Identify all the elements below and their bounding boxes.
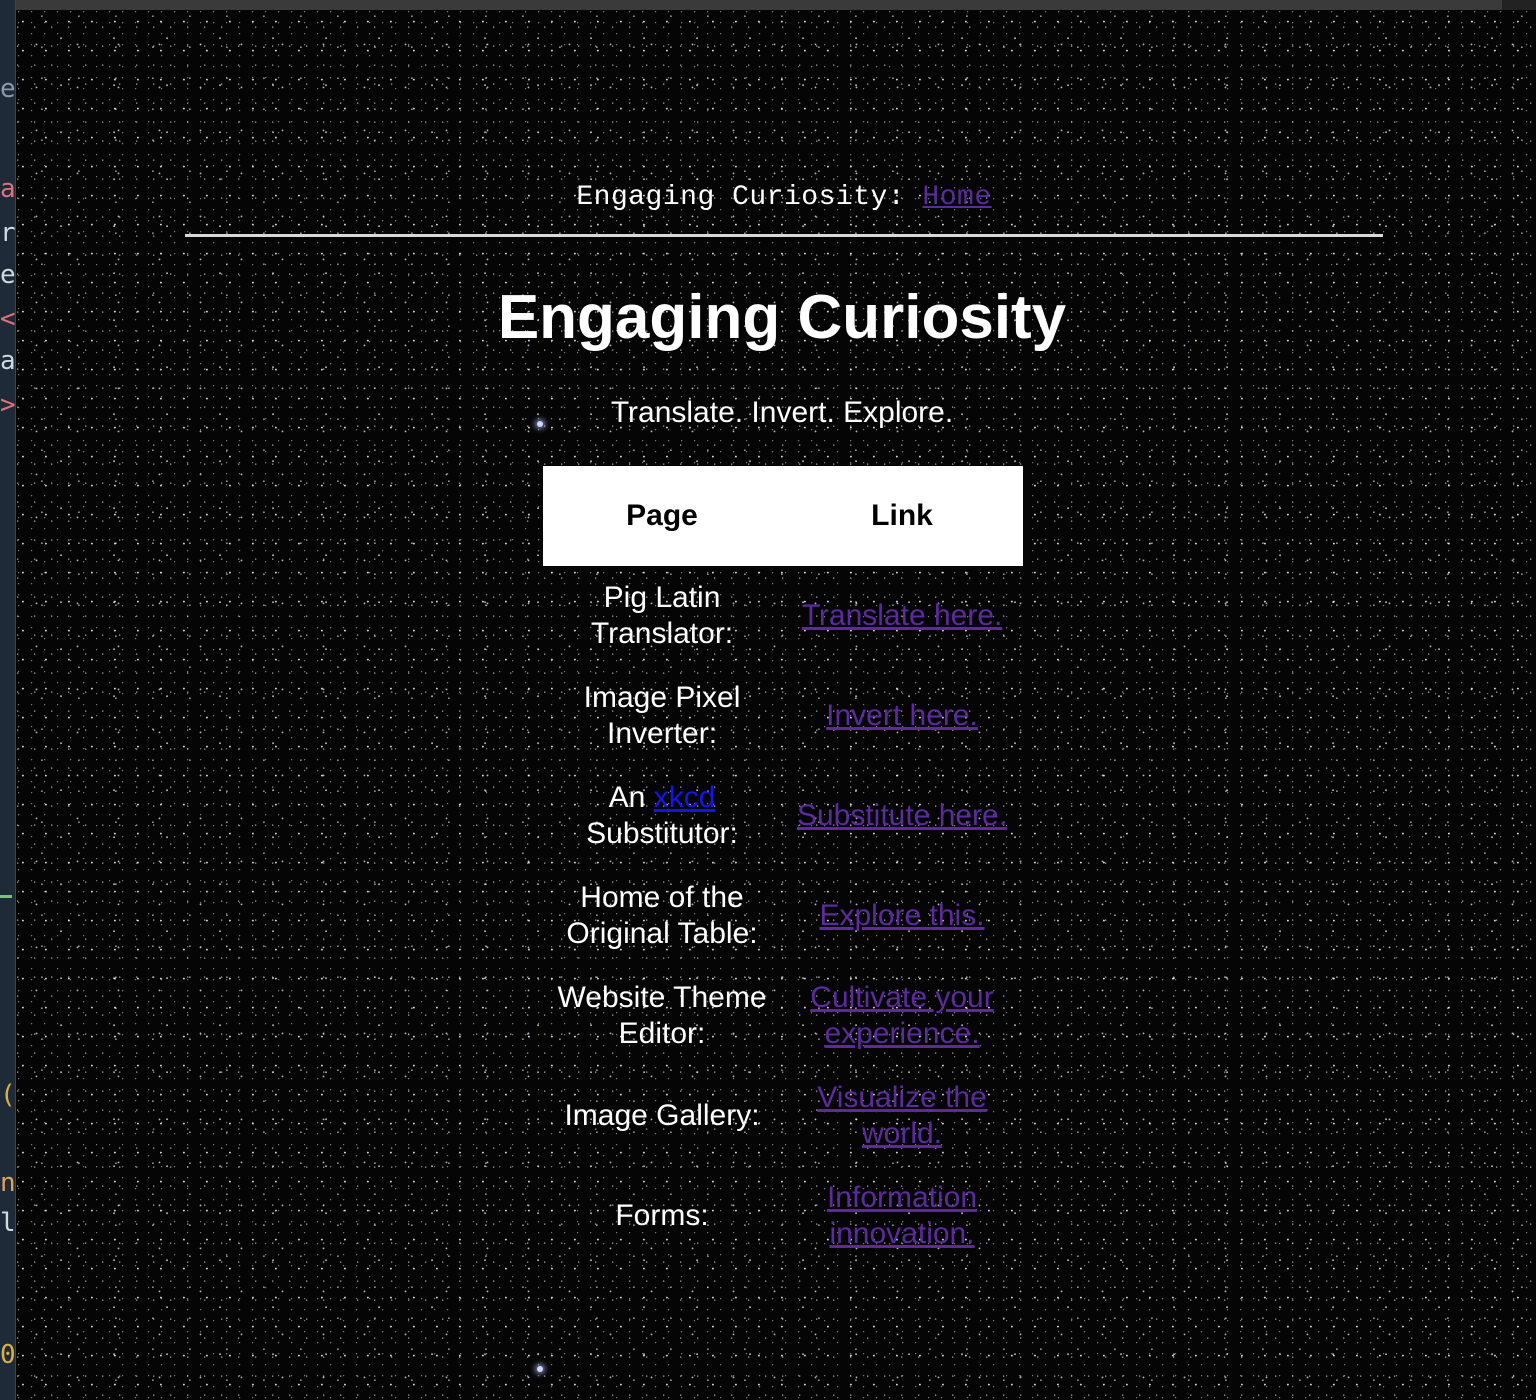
page-name-line: Original Table: xyxy=(566,917,758,950)
link-cell: Translate here. xyxy=(781,566,1023,666)
link-text-line: Visualize the xyxy=(817,1081,987,1114)
link-text-line: Cultivate your xyxy=(810,981,994,1014)
translate-link[interactable]: Translate here. xyxy=(802,599,1003,632)
link-text-line: world. xyxy=(862,1117,943,1150)
theme-editor-link[interactable]: Cultivate your experience. xyxy=(810,981,993,1050)
page-cell: Image Pixel Inverter: xyxy=(543,666,781,766)
link-text-line: experience. xyxy=(824,1017,980,1050)
window-top-bar xyxy=(0,0,1536,10)
editor-glyph: > xyxy=(0,392,15,418)
link-cell: Explore this. xyxy=(781,866,1023,966)
page-viewport: Engaging Curiosity: Home Engaging Curios… xyxy=(16,10,1536,1400)
editor-glyph: e xyxy=(0,76,15,102)
table-row: Image Gallery: Visualize the world. xyxy=(543,1066,1023,1166)
editor-glyph: a xyxy=(0,176,15,202)
page-name-line: Home of the xyxy=(580,881,744,914)
xkcd-link[interactable]: xkcd xyxy=(654,781,716,814)
editor-glyph: a xyxy=(0,348,15,374)
link-text-line: innovation. xyxy=(829,1217,975,1250)
page-cell: Pig Latin Translator: xyxy=(543,566,781,666)
column-header-link: Link xyxy=(781,466,1023,566)
table-row: Forms: Information innovation. xyxy=(543,1166,1023,1266)
page-name-line: Website Theme xyxy=(557,981,767,1014)
editor-glyph: n xyxy=(0,1170,15,1196)
link-cell: Cultivate your experience. xyxy=(781,966,1023,1066)
page-name-line: Pig Latin xyxy=(603,581,721,614)
page-name-line: Substitutor: xyxy=(586,817,738,850)
table-header-row: Page Link xyxy=(543,466,1023,566)
link-text-line: Information xyxy=(826,1181,978,1214)
table-row: Website Theme Editor: Cultivate your expe… xyxy=(543,966,1023,1066)
editor-change-marker xyxy=(0,895,12,898)
page-cell: Image Gallery: xyxy=(543,1066,781,1166)
page-cell: Home of the Original Table: xyxy=(543,866,781,966)
page-title: Engaging Curiosity xyxy=(497,283,1067,352)
gallery-link[interactable]: Visualize the world. xyxy=(817,1081,987,1150)
star-decoration xyxy=(537,1366,543,1372)
link-cell: Information innovation. xyxy=(781,1166,1023,1266)
nav-home-link[interactable]: Home xyxy=(922,182,991,213)
page-name-line: Image Pixel xyxy=(583,681,741,714)
editor-glyph: 0 xyxy=(0,1342,15,1368)
link-cell: Substitute here. xyxy=(781,766,1023,866)
page-name-line: Translator: xyxy=(590,617,734,650)
window-top-bar-cap xyxy=(1502,0,1536,10)
forms-link[interactable]: Information innovation. xyxy=(827,1181,977,1250)
code-editor-edge: e a r e < a > ( n l 0 xyxy=(0,0,16,1400)
substitute-link[interactable]: Substitute here. xyxy=(797,799,1007,832)
column-header-page: Page xyxy=(543,466,782,566)
link-cell: Invert here. xyxy=(781,666,1023,766)
editor-glyph: l xyxy=(0,1210,15,1236)
link-cell: Visualize the world. xyxy=(781,1066,1023,1166)
table-row: Pig Latin Translator: Translate here. xyxy=(543,566,1023,666)
editor-glyph: e xyxy=(0,262,15,288)
editor-glyph: ( xyxy=(0,1082,15,1108)
invert-link[interactable]: Invert here. xyxy=(826,699,978,732)
page-cell: Forms: xyxy=(543,1166,781,1266)
nav-divider xyxy=(185,234,1383,237)
pages-table: Page Link Pig Latin Translator: Translat… xyxy=(543,466,1023,1266)
table-row: An xkcd Substitutor: Substitute here. xyxy=(543,766,1023,866)
page-name-line: Image Gallery: xyxy=(564,1099,760,1132)
top-nav: Engaging Curiosity: Home xyxy=(185,182,1383,213)
table-row: Home of the Original Table: Explore this… xyxy=(543,866,1023,966)
page-tagline: Translate. Invert. Explore. xyxy=(610,396,954,429)
table-row: Image Pixel Inverter: Invert here. xyxy=(543,666,1023,766)
page-name-prefix: An xyxy=(608,781,646,814)
nav-site-label: Engaging Curiosity: xyxy=(576,182,906,213)
page-name-line: Inverter: xyxy=(606,717,718,750)
page-cell: Website Theme Editor: xyxy=(543,966,781,1066)
editor-glyph: < xyxy=(0,306,15,332)
explore-link[interactable]: Explore this. xyxy=(819,899,984,932)
page-name-line: Editor: xyxy=(618,1017,706,1050)
page-cell: An xkcd Substitutor: xyxy=(543,766,781,866)
editor-glyph: r xyxy=(0,220,15,246)
page-name-line: Forms: xyxy=(615,1199,709,1232)
